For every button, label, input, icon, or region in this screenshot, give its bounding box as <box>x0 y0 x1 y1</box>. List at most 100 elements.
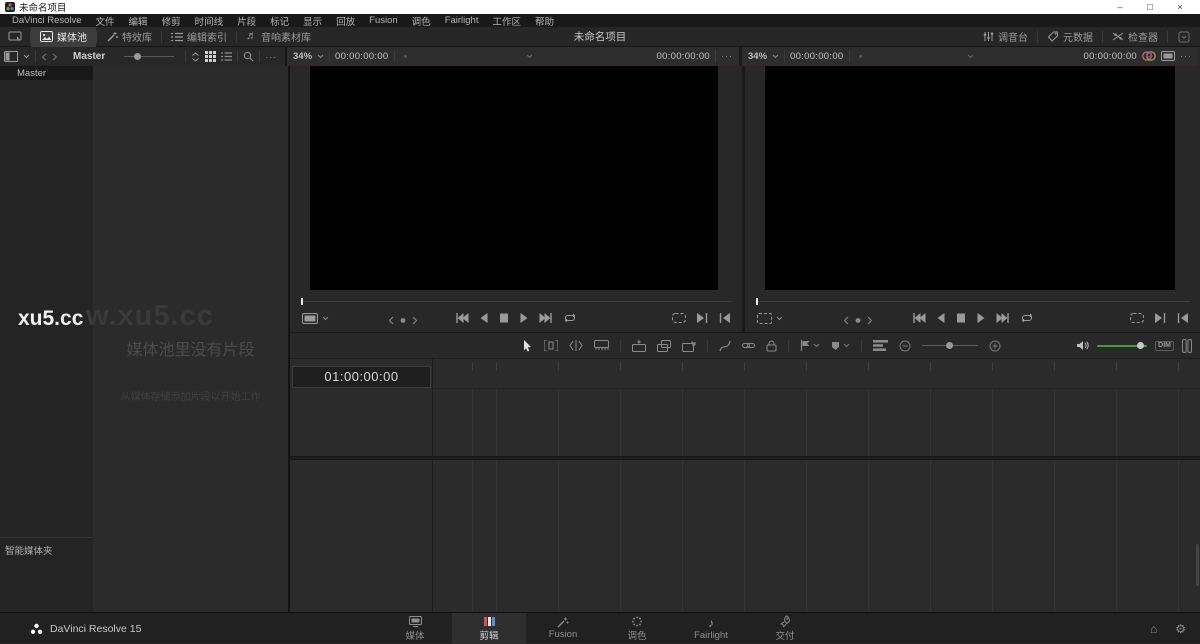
menu-item-playback[interactable]: 回放 <box>329 14 362 28</box>
tab-edit[interactable]: 剪辑 <box>452 613 526 644</box>
play-from-in-icon[interactable] <box>719 313 730 323</box>
zoom-out-icon[interactable] <box>899 340 911 352</box>
link-clips-icon[interactable] <box>742 340 755 351</box>
source-mode-icon[interactable] <box>302 313 318 324</box>
timeline-viewer-canvas[interactable] <box>765 66 1175 290</box>
search-icon[interactable] <box>243 51 254 62</box>
screen-capture-button[interactable] <box>0 27 30 47</box>
menu-item-help[interactable]: 帮助 <box>528 14 561 28</box>
sidebar-item-master[interactable]: Master <box>0 66 93 80</box>
curve-tool-icon[interactable] <box>719 340 731 352</box>
play-to-out-icon[interactable] <box>1155 313 1166 323</box>
timeline-current-timecode[interactable]: 00:00:00:00 <box>790 51 844 62</box>
chevron-down-icon[interactable] <box>813 343 820 348</box>
chevron-down-icon[interactable] <box>843 343 850 348</box>
play-reverse-icon[interactable] <box>936 313 945 323</box>
forward-arrow-icon[interactable] <box>52 53 58 61</box>
play-from-in-icon[interactable] <box>1177 313 1188 323</box>
source-current-timecode[interactable]: 00:00:00:00 <box>335 51 389 62</box>
maximize-button[interactable]: □ <box>1135 2 1165 13</box>
jog-control-icon[interactable] <box>843 316 873 325</box>
sort-order-icon[interactable] <box>191 52 200 62</box>
chevron-down-icon[interactable] <box>23 54 30 59</box>
timeline-zoom-slider[interactable] <box>922 342 978 349</box>
metadata-toggle-button[interactable]: 元数据 <box>1038 27 1102 47</box>
tab-media[interactable]: 媒体 <box>378 613 452 644</box>
menu-item-file[interactable]: 文件 <box>89 14 122 28</box>
list-view-icon[interactable] <box>221 52 232 61</box>
trim-edit-mode-icon[interactable] <box>544 340 558 351</box>
sound-library-toggle-button[interactable]: ♬ 音响素材库 <box>237 27 320 47</box>
replace-clip-icon[interactable] <box>682 340 696 352</box>
speaker-icon[interactable] <box>1076 340 1089 351</box>
selection-tool-icon[interactable] <box>522 340 533 352</box>
timeline-scrollbar[interactable] <box>1196 544 1199 586</box>
menu-item-view[interactable]: 显示 <box>296 14 329 28</box>
flag-icon[interactable] <box>800 340 810 351</box>
audio-track-area[interactable] <box>432 460 1200 612</box>
smart-bins-section[interactable]: 智能媒体夹 <box>0 537 93 557</box>
project-manager-home-icon[interactable]: ⌂ <box>1150 623 1157 635</box>
effects-library-toggle-button[interactable]: 特效库 <box>97 27 161 47</box>
last-frame-icon[interactable] <box>540 313 553 323</box>
source-viewer-canvas[interactable] <box>310 66 718 290</box>
menu-item-davinci-resolve[interactable]: DaVinci Resolve <box>5 15 89 26</box>
minimize-button[interactable]: – <box>1105 2 1135 13</box>
menu-item-color[interactable]: 调色 <box>405 14 438 28</box>
menu-item-edit[interactable]: 编辑 <box>122 14 155 28</box>
timeline-viewer-options-button[interactable]: ··· <box>1180 51 1192 61</box>
last-frame-icon[interactable] <box>996 313 1009 323</box>
inspector-toggle-button[interactable]: 检查器 <box>1103 27 1167 47</box>
volume-slider[interactable] <box>1097 342 1147 349</box>
menu-item-fusion[interactable]: Fusion <box>362 15 405 26</box>
tab-color[interactable]: 调色 <box>600 613 674 644</box>
timeline-view-options-icon[interactable] <box>873 340 888 351</box>
bin-panel-toggle-icon[interactable] <box>4 51 18 62</box>
source-scrubber[interactable] <box>300 298 732 305</box>
source-zoom-level[interactable]: 34% <box>293 51 312 62</box>
timeline-select-dropdown[interactable] <box>855 49 1079 64</box>
color-wheels-icon[interactable] <box>1142 50 1156 62</box>
mixer-toggle-button[interactable]: 调音台 <box>974 27 1037 47</box>
menu-item-trim[interactable]: 修剪 <box>155 14 188 28</box>
panel-select-checkbox[interactable] <box>1168 27 1200 47</box>
play-icon[interactable] <box>520 313 529 323</box>
project-settings-gear-icon[interactable]: ⚙ <box>1175 623 1186 635</box>
chevron-down-icon[interactable] <box>317 54 324 59</box>
loop-icon[interactable] <box>1020 313 1033 323</box>
chevron-down-icon[interactable] <box>776 316 783 321</box>
source-viewer-options-button[interactable]: ··· <box>721 51 733 61</box>
menu-item-clip[interactable]: 片段 <box>230 14 263 28</box>
chevron-down-icon[interactable] <box>322 316 329 321</box>
timeline-ruler[interactable] <box>432 359 1200 389</box>
marker-icon[interactable] <box>831 341 840 351</box>
menu-item-fairlight[interactable]: Fairlight <box>438 15 486 26</box>
media-pool-toggle-button[interactable]: 媒体池 <box>31 27 96 47</box>
stop-icon[interactable] <box>500 313 509 323</box>
play-to-out-icon[interactable] <box>697 313 708 323</box>
razor-tool-icon[interactable] <box>594 340 609 351</box>
menu-item-timeline[interactable]: 时间线 <box>188 14 231 28</box>
timeline-scrubber[interactable] <box>755 298 1190 305</box>
edit-index-toggle-button[interactable]: 编辑索引 <box>162 27 236 47</box>
menu-item-workspace[interactable]: 工作区 <box>485 14 528 28</box>
display-icon[interactable] <box>1161 51 1175 61</box>
overwrite-clip-icon[interactable] <box>657 340 671 352</box>
thumbnail-size-slider[interactable] <box>124 55 174 58</box>
grid-view-icon[interactable] <box>205 51 216 62</box>
stop-icon[interactable] <box>956 313 965 323</box>
chevron-down-icon[interactable] <box>772 54 779 59</box>
first-frame-icon[interactable] <box>456 313 469 323</box>
dynamic-trim-icon[interactable] <box>569 340 583 351</box>
timeline-zoom-level[interactable]: 34% <box>748 51 767 62</box>
lock-icon[interactable] <box>766 340 777 352</box>
zoom-in-icon[interactable] <box>989 340 1001 352</box>
first-frame-icon[interactable] <box>912 313 925 323</box>
match-frame-icon[interactable] <box>672 313 686 323</box>
back-arrow-icon[interactable] <box>41 53 47 61</box>
loop-icon[interactable] <box>564 313 577 323</box>
jog-control-icon[interactable] <box>388 316 418 325</box>
audio-meters-icon[interactable] <box>1182 339 1192 353</box>
tab-fusion[interactable]: Fusion <box>526 613 600 644</box>
timeline-ruler-timecode[interactable]: 01:00:00:00 <box>292 366 431 388</box>
